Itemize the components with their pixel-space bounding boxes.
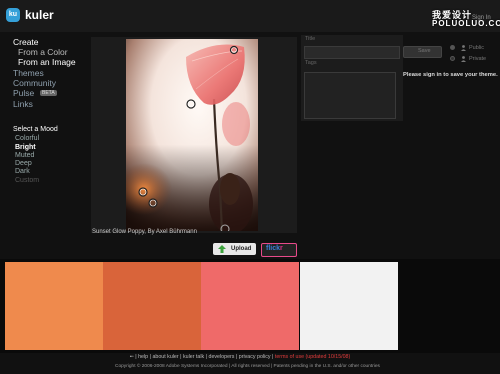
nav-community[interactable]: Community <box>13 78 56 88</box>
flickr-logo-text: flickr <box>266 245 283 252</box>
private-label: Private <box>469 56 487 62</box>
kuler-logo-icon[interactable]: ku <box>6 8 20 22</box>
public-label: Public <box>469 45 484 51</box>
footer-adobe-icon[interactable]: ▪▫ <box>130 354 134 360</box>
mood-option-bright[interactable]: Bright <box>15 144 36 151</box>
header-bar <box>0 0 500 32</box>
footer-link-about[interactable]: about kuler <box>152 354 178 360</box>
footer-link-developers[interactable]: developers <box>209 354 235 360</box>
nav-create[interactable]: Create <box>13 37 39 47</box>
mood-option-deep[interactable]: Deep <box>15 160 32 167</box>
title-field[interactable] <box>304 46 400 59</box>
tags-label: Tags <box>305 60 317 66</box>
copyright-text: Copyright © 2006-2008 Adobe Systems Inco… <box>115 364 380 369</box>
color-swatch[interactable] <box>300 262 398 350</box>
beta-badge: BETA <box>40 90 57 96</box>
title-label: Title <box>305 36 316 42</box>
mood-heading: Select a Mood <box>13 126 58 133</box>
color-swatch[interactable] <box>398 262 496 350</box>
footer-links: ▪▫ | help | about kuler | kuler talk | d… <box>130 354 351 360</box>
nav-from-image[interactable]: From an Image <box>18 57 76 67</box>
footer-link-terms[interactable]: terms of use (updated 10/15/08) <box>275 354 350 360</box>
public-radio[interactable] <box>450 45 455 50</box>
tags-field[interactable] <box>304 72 396 119</box>
image-caption: Sunset Glow Poppy, By Axel Bührmann <box>92 229 197 235</box>
flickr-logo-part-a: flick <box>266 244 281 252</box>
footer-link-help[interactable]: help <box>138 354 148 360</box>
mood-option-dark[interactable]: Dark <box>15 168 30 175</box>
private-user-icon <box>461 56 466 62</box>
source-photo <box>126 39 258 231</box>
nav-links[interactable]: Links <box>13 99 33 109</box>
sign-in-link[interactable]: Sign In <box>472 15 491 21</box>
public-user-icon <box>461 45 466 51</box>
save-label: Save <box>418 47 431 54</box>
mood-option-muted[interactable]: Muted <box>15 152 34 159</box>
nav-from-color[interactable]: From a Color <box>18 47 68 57</box>
upload-arrow-icon <box>218 245 226 253</box>
color-swatch[interactable] <box>201 262 299 350</box>
signin-message: Please sign in to save your theme. <box>403 72 498 78</box>
mood-option-custom[interactable]: Custom <box>15 177 39 184</box>
nav-themes[interactable]: Themes <box>13 68 44 78</box>
nav-pulse[interactable]: Pulse <box>13 88 34 98</box>
footer-link-privacy[interactable]: privacy policy <box>239 354 271 360</box>
color-swatch[interactable] <box>103 262 201 350</box>
private-radio[interactable] <box>450 56 455 61</box>
mood-option-colorful[interactable]: Colorful <box>15 135 39 142</box>
upload-label: Upload <box>231 245 252 252</box>
app-title: kuler <box>25 8 54 22</box>
footer-link-talk[interactable]: kuler talk <box>183 354 204 360</box>
flickr-logo-part-b: r <box>280 244 283 252</box>
color-swatch[interactable] <box>5 262 103 350</box>
